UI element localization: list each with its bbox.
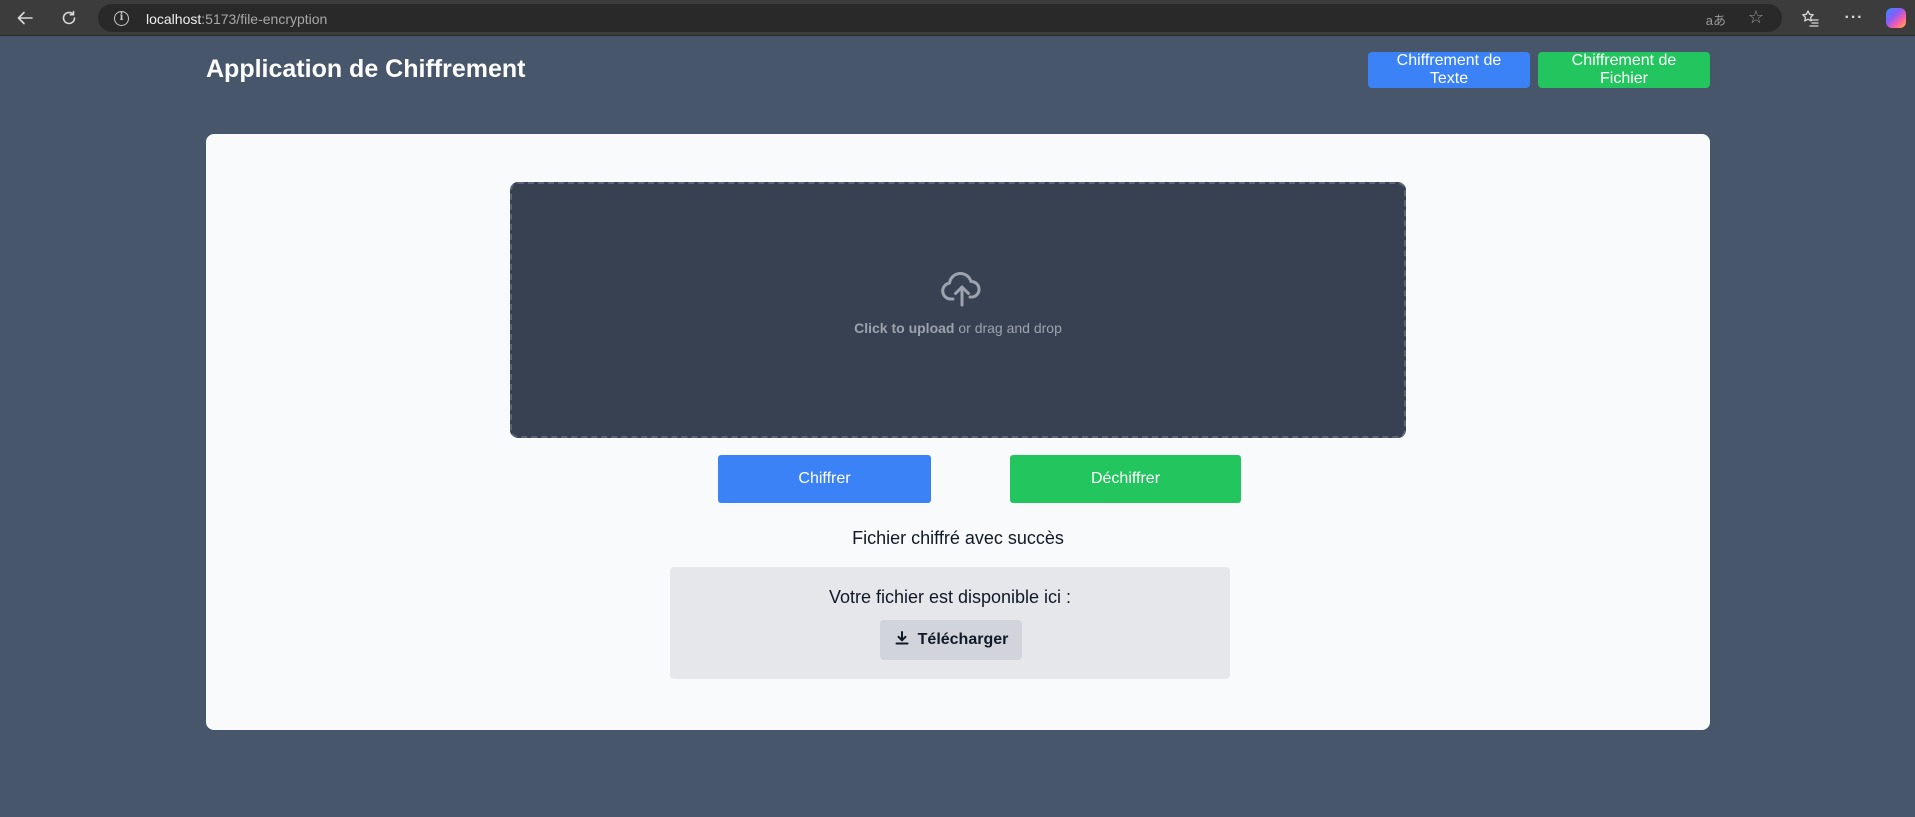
reload-icon[interactable] (57, 6, 81, 30)
encrypt-button[interactable]: Chiffrer (718, 455, 931, 503)
url-text[interactable]: localhost:5173/file-encryption (146, 11, 327, 27)
upload-instructions: Click to upload or drag and drop (512, 320, 1404, 336)
result-box: Votre fichier est disponible ici : Téléc… (670, 567, 1230, 679)
nav-text-encryption-button[interactable]: Chiffrement de Texte (1368, 52, 1530, 88)
file-available-label: Votre fichier est disponible ici : (828, 587, 1072, 607)
address-bar[interactable]: i localhost:5173/file-encryption aあ ☆ (98, 4, 1782, 32)
favorites-icon[interactable] (1798, 6, 1822, 30)
status-message: Fichier chiffré avec succès (852, 528, 1064, 548)
download-button[interactable]: Télécharger (880, 620, 1022, 660)
copilot-icon[interactable] (1884, 6, 1908, 30)
page: Application de Chiffrement Chiffrement d… (0, 37, 1915, 817)
download-icon (894, 630, 910, 651)
browser-toolbar: i localhost:5173/file-encryption aあ ☆ ··… (0, 0, 1915, 36)
cloud-upload-icon (940, 270, 984, 308)
site-info-icon[interactable]: i (114, 11, 129, 26)
read-aloud-icon[interactable]: aあ (1706, 10, 1726, 29)
nav-file-encryption-button[interactable]: Chiffrement de Fichier (1538, 52, 1710, 88)
app-title: Application de Chiffrement (206, 55, 526, 83)
click-to-upload-text: Click to upload (854, 320, 955, 336)
more-menu-icon[interactable]: ··· (1842, 6, 1866, 30)
back-arrow-icon[interactable] (13, 6, 37, 30)
drag-drop-text: or drag and drop (954, 320, 1062, 336)
favorite-star-icon[interactable]: ☆ (1748, 7, 1764, 28)
main-card: Click to upload or drag and drop Chiffre… (206, 134, 1710, 730)
download-label: Télécharger (917, 631, 1009, 648)
decrypt-button[interactable]: Déchiffrer (1010, 455, 1241, 503)
file-dropzone[interactable]: Click to upload or drag and drop (510, 182, 1406, 438)
